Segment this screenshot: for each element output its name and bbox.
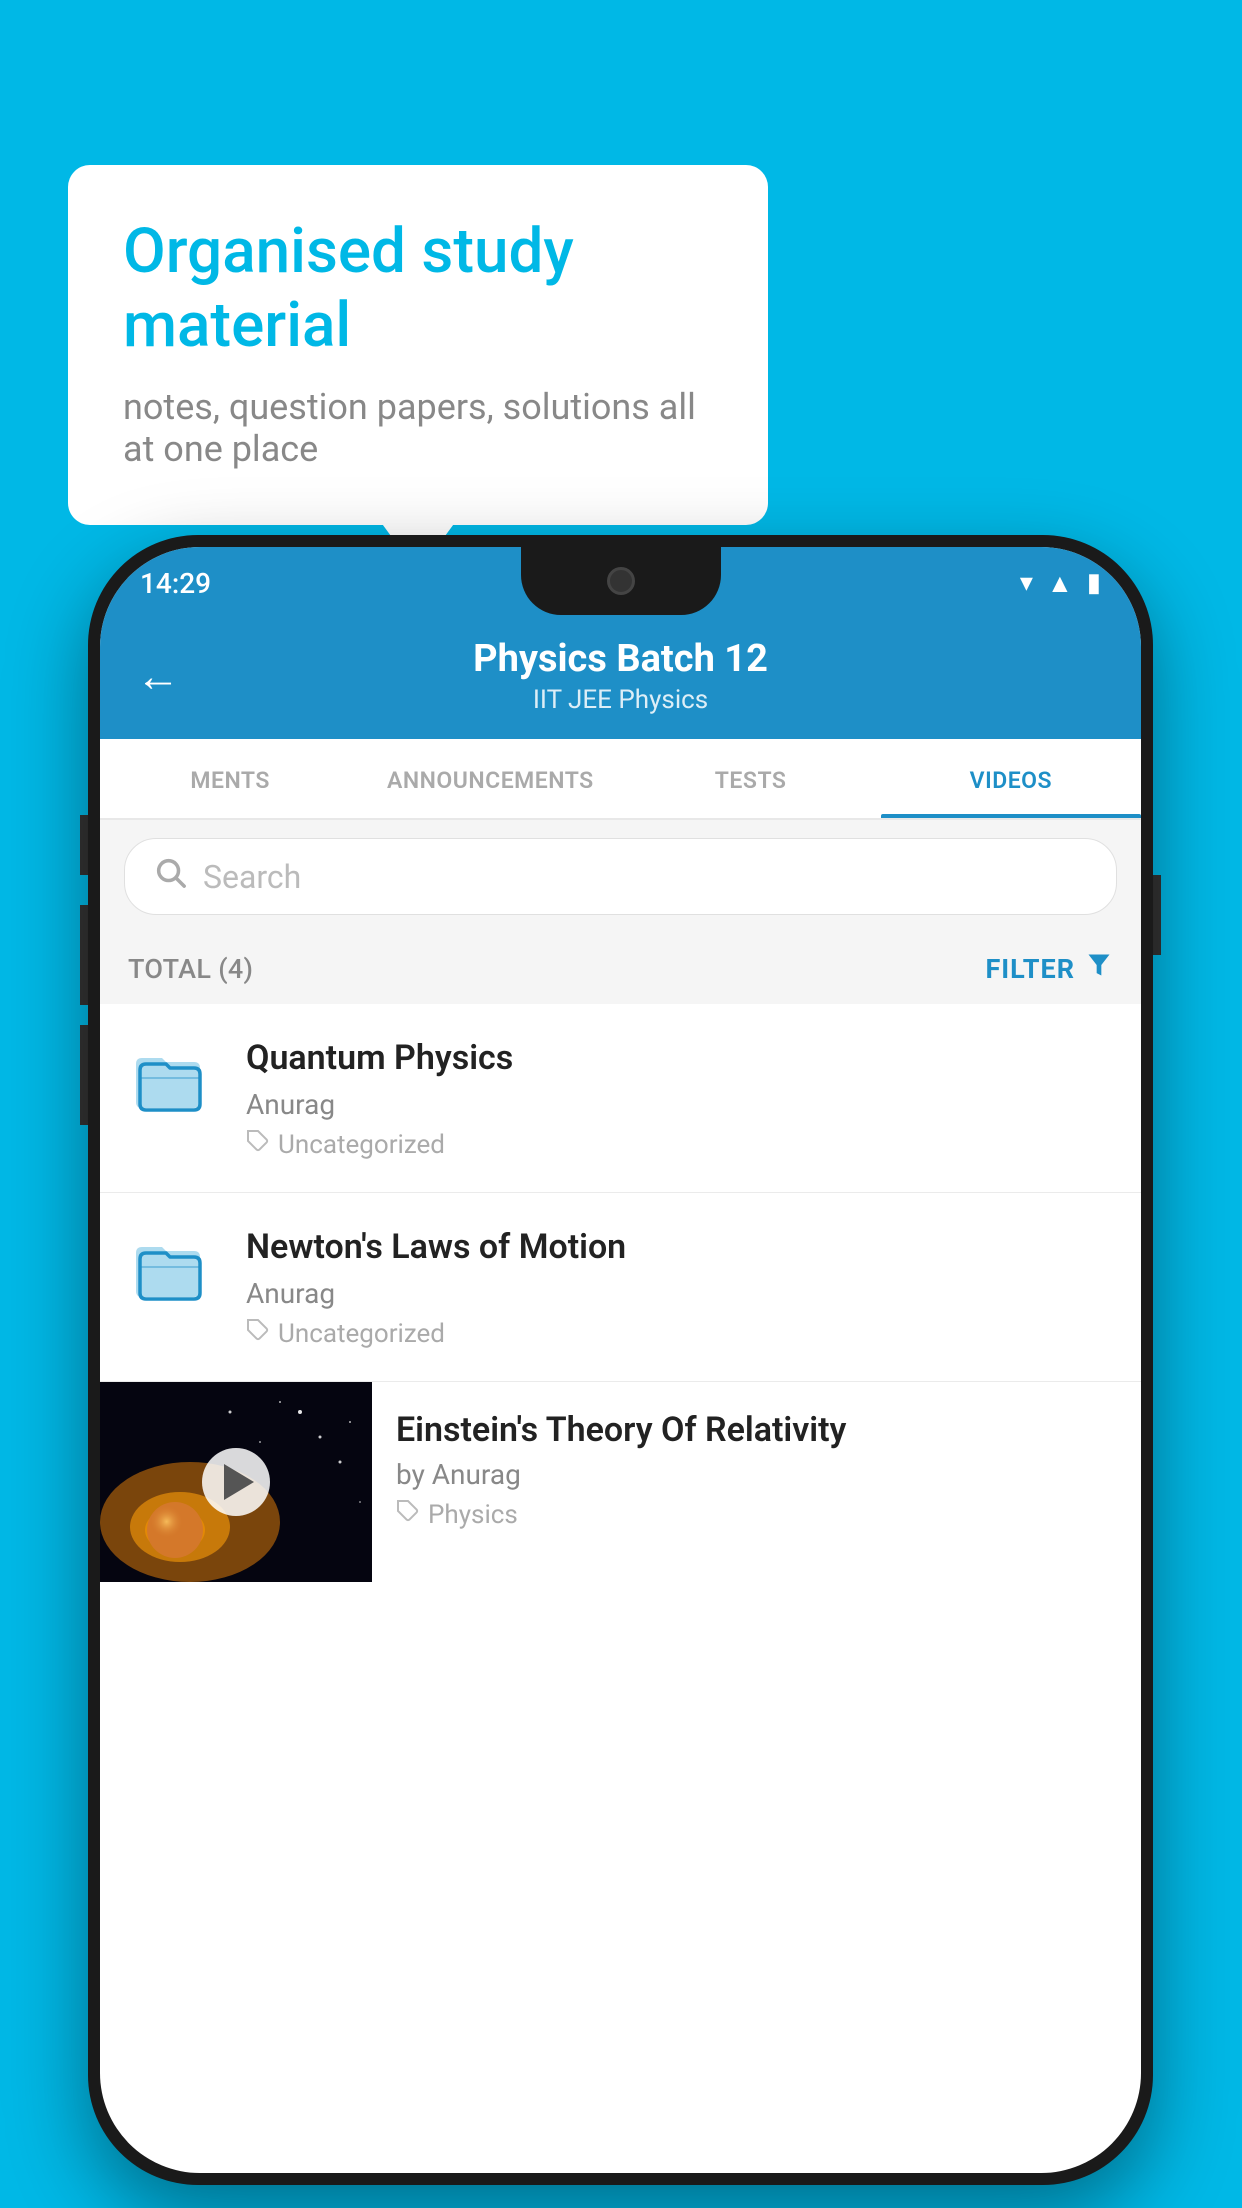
speech-bubble: Organised study material notes, question…	[68, 165, 768, 525]
item-tag: Physics	[396, 1499, 1117, 1530]
tag-icon	[246, 1318, 270, 1349]
item-author: Anurag	[246, 1277, 1113, 1310]
list-item[interactable]: Newton's Laws of Motion Anurag Uncategor…	[100, 1193, 1141, 1382]
play-button[interactable]	[202, 1448, 270, 1516]
tab-announcements[interactable]: ANNOUNCEMENTS	[360, 739, 620, 818]
tab-tests[interactable]: TESTS	[621, 739, 881, 818]
item-icon-wrap	[128, 1229, 218, 1313]
battery-icon: ▮	[1087, 568, 1101, 598]
tag-label: Uncategorized	[278, 1319, 445, 1349]
tabs-bar: MENTS ANNOUNCEMENTS TESTS VIDEOS	[100, 739, 1141, 820]
status-time: 14:29	[140, 567, 211, 600]
phone-notch	[521, 547, 721, 615]
item-info: Einstein's Theory Of Relativity by Anura…	[372, 1382, 1141, 1558]
item-title: Quantum Physics	[246, 1036, 1113, 1080]
tab-ments[interactable]: MENTS	[100, 739, 360, 818]
folder-icon	[128, 1229, 208, 1309]
phone-wrapper: 14:29 ▾ ▲ ▮ ← Physics Batch 12 IIT JEE P…	[88, 535, 1153, 2185]
tag-label: Uncategorized	[278, 1130, 445, 1160]
item-icon-wrap	[128, 1040, 218, 1124]
header-subtitle: IIT JEE Physics	[204, 685, 1037, 715]
tag-label: Physics	[428, 1500, 518, 1530]
video-thumbnail	[100, 1382, 372, 1582]
video-list: Quantum Physics Anurag Uncategorized	[100, 1004, 1141, 1582]
item-info: Quantum Physics Anurag Uncategorized	[246, 1036, 1113, 1160]
back-button[interactable]: ←	[136, 650, 180, 702]
speech-bubble-container: Organised study material notes, question…	[68, 165, 768, 525]
play-triangle-icon	[224, 1464, 254, 1500]
tab-videos[interactable]: VIDEOS	[881, 739, 1141, 818]
item-tag: Uncategorized	[246, 1318, 1113, 1349]
search-bar[interactable]: Search	[124, 838, 1117, 915]
item-title: Einstein's Theory Of Relativity	[396, 1410, 1117, 1450]
list-item[interactable]: Einstein's Theory Of Relativity by Anura…	[100, 1382, 1141, 1582]
list-item[interactable]: Quantum Physics Anurag Uncategorized	[100, 1004, 1141, 1193]
item-tag: Uncategorized	[246, 1129, 1113, 1160]
filter-label: FILTER	[985, 953, 1075, 985]
status-icons: ▾ ▲ ▮	[1020, 568, 1101, 599]
item-info: Newton's Laws of Motion Anurag Uncategor…	[246, 1225, 1113, 1349]
total-count: TOTAL (4)	[128, 953, 253, 985]
filter-button[interactable]: FILTER	[985, 951, 1113, 986]
search-placeholder: Search	[203, 858, 301, 896]
bubble-subtitle: notes, question papers, solutions all at…	[123, 386, 713, 470]
tag-icon	[246, 1129, 270, 1160]
search-bar-wrapper: Search	[100, 820, 1141, 933]
item-author: by Anurag	[396, 1458, 1117, 1491]
app-header: ← Physics Batch 12 IIT JEE Physics	[100, 619, 1141, 739]
signal-icon: ▲	[1047, 568, 1073, 599]
item-title: Newton's Laws of Motion	[246, 1225, 1113, 1269]
filter-row: TOTAL (4) FILTER	[100, 933, 1141, 1004]
front-camera	[607, 567, 635, 595]
tag-icon	[396, 1499, 420, 1530]
search-icon	[153, 855, 187, 898]
wifi-icon: ▾	[1020, 568, 1033, 598]
folder-icon	[128, 1040, 208, 1120]
page-title: Physics Batch 12	[204, 637, 1037, 681]
phone-screen: 14:29 ▾ ▲ ▮ ← Physics Batch 12 IIT JEE P…	[100, 547, 1141, 2173]
filter-funnel-icon	[1085, 951, 1113, 986]
bubble-title: Organised study material	[123, 215, 713, 364]
header-title-wrap: Physics Batch 12 IIT JEE Physics	[204, 637, 1037, 715]
item-author: Anurag	[246, 1088, 1113, 1121]
phone-frame: 14:29 ▾ ▲ ▮ ← Physics Batch 12 IIT JEE P…	[88, 535, 1153, 2185]
